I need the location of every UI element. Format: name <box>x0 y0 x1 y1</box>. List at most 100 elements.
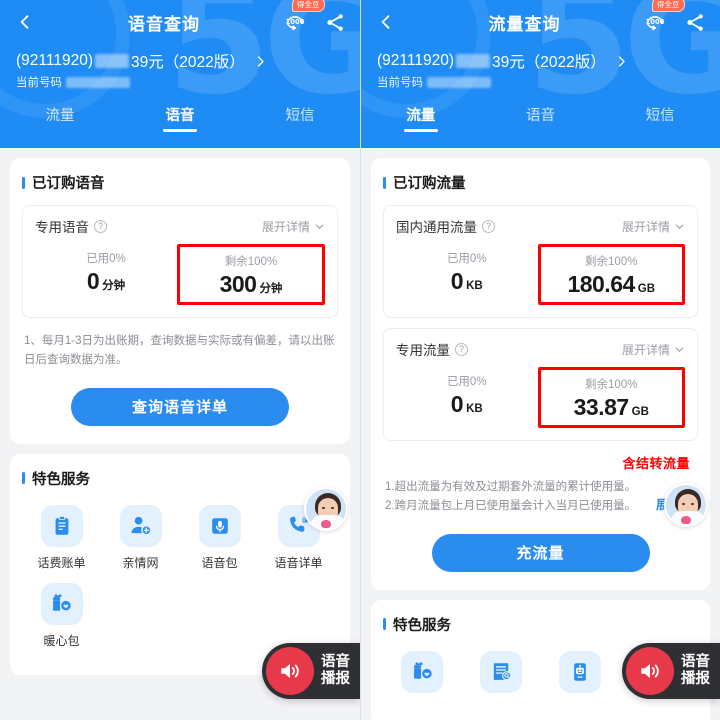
chevron-down-icon <box>674 344 685 355</box>
chevron-right-icon[interactable] <box>253 54 268 69</box>
voice-broadcast-fab[interactable]: 语音 播报 <box>262 643 360 699</box>
navbar: 流量查询 1000 得全豆 <box>361 0 720 44</box>
stat-remaining-label: 剩余100% <box>585 379 638 391</box>
stat-remaining-label: 剩余100% <box>224 256 278 268</box>
user-add-icon <box>119 504 162 547</box>
tab-data[interactable]: 流量 <box>361 104 481 134</box>
content-data: 已订购流量 国内通用流量 ? 展开详情 已用0% 0 KB 剩余100% 180… <box>361 148 720 720</box>
tab-sms[interactable]: 短信 <box>600 104 720 134</box>
query-voice-detail-button[interactable]: 查询语音详单 <box>71 387 289 426</box>
recharge-data-button[interactable]: 充流量 <box>431 533 650 572</box>
stat-remaining-unit: GB <box>631 406 649 418</box>
question-circle-icon[interactable]: ? <box>94 219 107 233</box>
chevron-down-icon <box>674 221 685 232</box>
expand-detail-label: 展开详情 <box>621 342 670 357</box>
service-item-family-net[interactable]: 亲情网 <box>101 504 180 571</box>
avatar-eye-left <box>682 503 685 505</box>
content-voice: 已订购语音 专用语音 ? 展开详情 已用0% 0 分钟 剩余100% 300 分… <box>0 148 360 675</box>
current-number-label: 当前号码 <box>16 77 62 89</box>
tab-sms[interactable]: 短信 <box>240 104 360 134</box>
plan-id: (92111920) <box>377 52 454 69</box>
expand-detail-button[interactable]: 展开详情 <box>262 218 325 235</box>
title-accent-bar <box>383 618 386 631</box>
stat-used-value: 0 KB <box>398 268 536 295</box>
share-icon[interactable] <box>682 9 708 35</box>
masked-number-value <box>66 76 130 88</box>
service-item-care-pack[interactable] <box>383 650 462 700</box>
plan-row[interactable]: (92111920) 39元（2022版） <box>361 44 720 72</box>
tab-data[interactable]: 流量 <box>0 104 120 134</box>
coin-1000-icon[interactable]: 1000 得全豆 <box>642 0 685 35</box>
stat-used-number: 0 <box>450 391 464 417</box>
subscribed-data-card: 已订购流量 国内通用流量 ? 展开详情 已用0% 0 KB 剩余100% 180… <box>371 158 710 590</box>
stat-used-value: 0 KB <box>398 391 536 418</box>
package-name: 专用流量 ? <box>396 339 468 359</box>
service-item-smart-assistant[interactable] <box>541 650 620 700</box>
voice-broadcast-fab[interactable]: 语音 播报 <box>622 643 720 699</box>
back-button[interactable] <box>12 9 38 35</box>
avatar-eye-left <box>322 507 325 509</box>
package-head: 专用流量 ? 展开详情 <box>396 339 685 359</box>
chevron-down-icon <box>314 221 325 232</box>
screen-data-query: 5G 流量查询 1000 得全豆 (92111920) 39元（2022版） 当… <box>360 0 720 720</box>
chevron-right-icon[interactable] <box>614 54 629 69</box>
package-name: 专用语音 ? <box>35 216 107 236</box>
service-item-bill-search[interactable] <box>462 650 541 700</box>
page-title: 语音查询 <box>128 14 200 34</box>
service-label: 亲情网 <box>122 555 159 570</box>
expand-detail-button[interactable]: 展开详情 <box>622 218 685 235</box>
dual-screenshot: 5G 语音查询 1000 得全豆 (92111920) 39元（2022版） 当… <box>0 0 720 720</box>
annotation-carryover: 含结转流量 <box>622 456 690 471</box>
stat-used: 已用0% 0 KB <box>396 244 538 305</box>
expand-detail-button[interactable]: 展开详情 <box>622 341 685 358</box>
nav-actions: 1000 得全豆 <box>642 0 708 35</box>
back-button[interactable] <box>373 9 399 35</box>
stat-remaining-number: 180.64 <box>567 271 635 297</box>
package-name-label: 国内通用流量 <box>396 220 477 235</box>
phone-robot-icon <box>558 650 601 693</box>
services-title: 特色服务 <box>22 468 338 489</box>
current-number-row: 当前号码 <box>361 72 720 90</box>
voice-broadcast-line2: 播报 <box>681 671 710 687</box>
package-row: 专用语音 ? 展开详情 已用0% 0 分钟 剩余100% 300 分钟 <box>22 205 338 318</box>
stat-used-unit: 分钟 <box>102 280 126 292</box>
stat-remaining-value: 300 分钟 <box>182 271 320 298</box>
nav-actions: 1000 得全豆 <box>282 0 348 35</box>
stat-remaining: 剩余100% 300 分钟 <box>177 244 325 305</box>
tab-voice[interactable]: 语音 <box>120 104 240 134</box>
stat-remaining-number: 300 <box>219 271 257 297</box>
service-item-voice-pack[interactable]: 语音包 <box>180 504 259 571</box>
plan-line: (92111920) 39元（2022版） <box>377 50 606 72</box>
assistant-avatar[interactable] <box>664 483 708 527</box>
plan-line: (92111920) 39元（2022版） <box>16 50 245 72</box>
stat-used-number: 0 <box>86 268 100 294</box>
coin-1000-icon[interactable]: 1000 得全豆 <box>282 0 325 35</box>
svg-text:1000: 1000 <box>646 18 665 26</box>
note-line: 2.跨月流量包上月已使用量会计入当月已使用量。 <box>385 499 637 512</box>
stat-used-unit: KB <box>466 280 483 292</box>
voice-broadcast-line2: 播报 <box>321 671 350 687</box>
expand-detail-label: 展开详情 <box>621 219 670 234</box>
stat-used-label: 已用0% <box>446 376 487 388</box>
service-item-care-pack[interactable]: 暖心包 <box>22 582 101 649</box>
microphone-icon <box>198 504 241 547</box>
stat-remaining-number: 33.87 <box>573 394 630 420</box>
services-grid: 话费账单 亲情网 语音包 语音详单 暖心包 <box>22 501 338 661</box>
stat-remaining-label: 剩余100% <box>585 256 638 268</box>
question-circle-icon[interactable]: ? <box>455 342 468 356</box>
current-number-label: 当前号码 <box>377 77 423 89</box>
stat-remaining-value: 33.87 GB <box>543 394 681 421</box>
assistant-avatar[interactable] <box>304 487 348 531</box>
plan-name: 39元（2022版） <box>131 54 245 71</box>
package-row: 国内通用流量 ? 展开详情 已用0% 0 KB 剩余100% 180.64 GB <box>383 205 698 318</box>
plan-row[interactable]: (92111920) 39元（2022版） <box>0 44 360 72</box>
stat-used-unit: KB <box>466 403 483 415</box>
title-accent-bar <box>22 472 25 485</box>
header-data: 5G 流量查询 1000 得全豆 (92111920) 39元（2022版） 当… <box>361 0 720 148</box>
card-title: 已订购语音 <box>22 172 338 193</box>
question-circle-icon[interactable]: ? <box>482 219 495 233</box>
tab-voice[interactable]: 语音 <box>481 104 601 134</box>
share-icon[interactable] <box>322 9 348 35</box>
service-item-bill[interactable]: 话费账单 <box>22 504 101 571</box>
masked-number <box>456 54 490 68</box>
